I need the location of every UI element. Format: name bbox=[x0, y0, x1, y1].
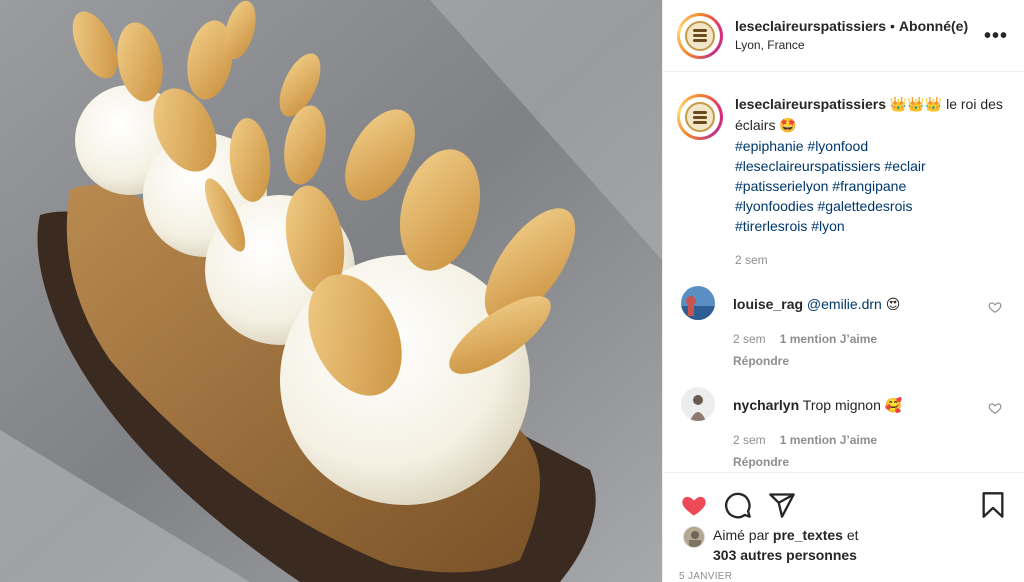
likes-conj: et bbox=[846, 527, 859, 543]
comment-item: louise_rag @emilie.drn 😍 2 sem 1 mention … bbox=[677, 286, 1008, 371]
small-heart-icon[interactable] bbox=[988, 401, 1002, 415]
avatar-photo bbox=[684, 527, 704, 547]
action-bar bbox=[663, 473, 1024, 525]
heart-eyes-emoji: 😍 bbox=[885, 297, 901, 313]
liker-username[interactable]: pre_textes bbox=[773, 527, 843, 543]
comment-meta: 2 sem 1 mention J’aime bbox=[733, 329, 1008, 349]
caption: leseclaireurspatissiers 👑👑👑 le roi des é… bbox=[677, 94, 1008, 270]
likes-summary: Aimé par pre_textes et 303 autres person… bbox=[663, 525, 1024, 565]
hashtag[interactable]: #tirerlesrois bbox=[735, 218, 807, 234]
smiling-hearts-emoji: 🥰 bbox=[884, 398, 903, 414]
separator-dot: • bbox=[890, 18, 895, 35]
caption-avatar[interactable] bbox=[677, 94, 723, 140]
liker-avatar[interactable] bbox=[683, 526, 705, 548]
eclair-photo-illustration bbox=[0, 0, 662, 582]
comment-button[interactable] bbox=[723, 490, 753, 520]
heart-icon bbox=[682, 496, 706, 516]
share-button[interactable] bbox=[767, 490, 797, 520]
other-likes-count[interactable]: 303 autres personnes bbox=[713, 547, 857, 563]
hashtag[interactable]: #epiphanie bbox=[735, 138, 804, 154]
comment-body: louise_rag @emilie.drn 😍 2 sem 1 mention … bbox=[733, 294, 1008, 371]
like-button[interactable] bbox=[679, 490, 709, 520]
star-eyes-emoji: 🤩 bbox=[779, 118, 797, 134]
hashtag[interactable]: #lyonfoodies bbox=[735, 198, 814, 214]
profile-avatar[interactable] bbox=[677, 12, 723, 59]
avatar-photo bbox=[681, 387, 715, 421]
likes-prefix: Aimé par bbox=[713, 527, 770, 543]
comment-likes[interactable]: 1 mention J’aime bbox=[780, 433, 877, 447]
hashtag[interactable]: #frangipane bbox=[832, 178, 906, 194]
save-button[interactable] bbox=[978, 490, 1008, 520]
crown-emoji: 👑👑👑 bbox=[889, 97, 943, 113]
post-header: leseclaireurspatissiers • Abonné(e) Lyon… bbox=[663, 0, 1024, 72]
location-link[interactable]: Lyon, France bbox=[735, 38, 984, 53]
follow-status[interactable]: Abonné(e) bbox=[899, 18, 968, 36]
header-text: leseclaireurspatissiers • Abonné(e) Lyon… bbox=[735, 18, 984, 53]
commenter-avatar[interactable] bbox=[681, 387, 715, 421]
brand-logo-icon bbox=[685, 102, 715, 132]
comment-icon bbox=[724, 492, 751, 519]
hashtag[interactable]: #eclair bbox=[884, 158, 925, 174]
hashtag[interactable]: #galettedesrois bbox=[818, 198, 913, 214]
share-icon bbox=[769, 493, 795, 518]
comment-likes[interactable]: 1 mention J’aime bbox=[780, 332, 877, 346]
comment-time[interactable]: 2 sem bbox=[733, 433, 766, 447]
brand-logo-icon bbox=[685, 20, 715, 51]
comment-item: nycharlyn Trop mignon 🥰 2 sem 1 mention J… bbox=[677, 387, 1008, 472]
reply-button[interactable]: Répondre bbox=[733, 452, 1008, 472]
comment-mention[interactable]: @emilie.drn bbox=[807, 296, 882, 312]
hashtag[interactable]: #leseclaireurspatissiers bbox=[735, 158, 881, 174]
comment-username[interactable]: nycharlyn bbox=[733, 397, 799, 413]
hashtag[interactable]: #patisserielyon bbox=[735, 178, 828, 194]
bookmark-icon bbox=[982, 492, 1004, 518]
avatar-inner bbox=[680, 15, 720, 56]
hashtag[interactable]: #lyonfood bbox=[807, 138, 868, 154]
commenter-avatar[interactable] bbox=[681, 286, 715, 320]
comments-section: leseclaireurspatissiers 👑👑👑 le roi des é… bbox=[663, 72, 1024, 472]
caption-body: leseclaireurspatissiers 👑👑👑 le roi des é… bbox=[735, 94, 1008, 270]
caption-username[interactable]: leseclaireurspatissiers bbox=[735, 96, 886, 112]
author-username[interactable]: leseclaireurspatissiers bbox=[735, 18, 886, 36]
instagram-post: leseclaireurspatissiers • Abonné(e) Lyon… bbox=[0, 0, 1024, 582]
avatar-inner bbox=[680, 97, 720, 137]
avatar-photo bbox=[681, 286, 715, 320]
comment-username[interactable]: louise_rag bbox=[733, 296, 803, 312]
caption-time[interactable]: 2 sem bbox=[735, 250, 1008, 270]
comment-body: nycharlyn Trop mignon 🥰 2 sem 1 mention J… bbox=[733, 395, 1008, 472]
comment-time[interactable]: 2 sem bbox=[733, 332, 766, 346]
comment-meta: 2 sem 1 mention J’aime bbox=[733, 430, 1008, 450]
reply-button[interactable]: Répondre bbox=[733, 351, 1008, 371]
post-side-panel: leseclaireurspatissiers • Abonné(e) Lyon… bbox=[662, 0, 1024, 582]
header-top: leseclaireurspatissiers • Abonné(e) bbox=[735, 18, 984, 36]
small-heart-icon[interactable] bbox=[988, 300, 1002, 314]
comment-text: Trop mignon bbox=[802, 397, 881, 413]
post-photo[interactable] bbox=[0, 0, 662, 582]
hashtag[interactable]: #lyon bbox=[811, 218, 844, 234]
post-footer: Aimé par pre_textes et 303 autres person… bbox=[663, 472, 1024, 582]
likes-text: Aimé par pre_textes et 303 autres person… bbox=[713, 525, 859, 565]
more-options-button[interactable]: ••• bbox=[984, 26, 1008, 46]
post-date[interactable]: 5 JANVIER bbox=[679, 571, 732, 582]
